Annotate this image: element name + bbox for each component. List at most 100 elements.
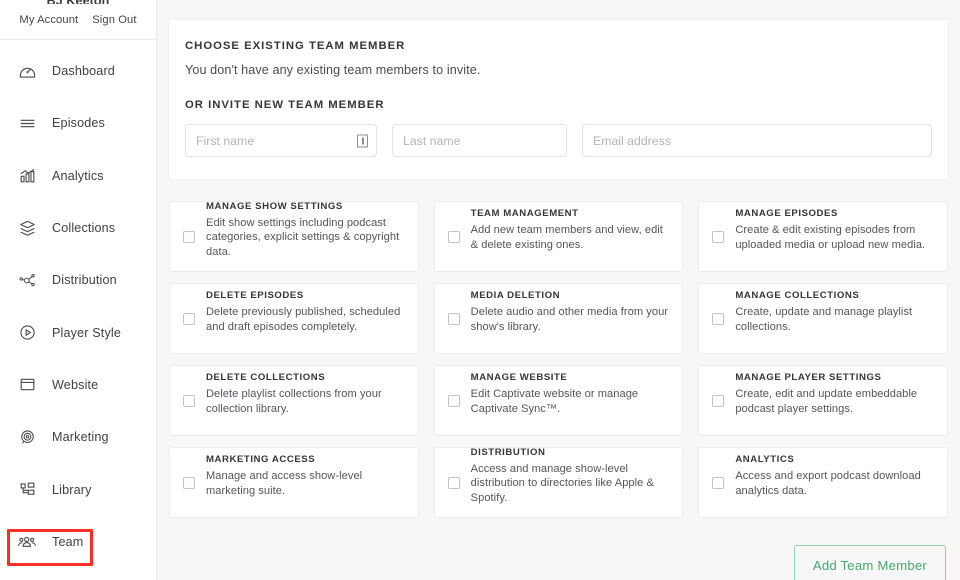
permission-checkbox[interactable]: [712, 395, 724, 407]
permission-text: MEDIA DELETIONDelete audio and other med…: [471, 303, 671, 334]
my-account-link[interactable]: My Account: [19, 14, 78, 26]
permission-text: MARKETING ACCESSManage and access show-l…: [206, 467, 406, 498]
sidebar-item-website[interactable]: Website: [0, 359, 156, 411]
account-name: BJ Keeton: [0, 0, 156, 4]
permission-text: MANAGE COLLECTIONSCreate, update and man…: [735, 303, 935, 334]
permission-text: ANALYTICSAccess and export podcast downl…: [735, 467, 935, 498]
megaphone-icon: [14, 424, 40, 450]
permission-title: TEAM MANAGEMENT: [471, 208, 671, 220]
sidebar: BJ Keeton My Account Sign Out Dashboard: [0, 0, 157, 580]
sidebar-item-label: Dashboard: [52, 64, 115, 78]
permission-description: Edit show settings including podcast cat…: [206, 216, 406, 260]
permission-checkbox[interactable]: [448, 313, 460, 325]
permission-title: MANAGE SHOW SETTINGS: [206, 201, 406, 213]
permission-checkbox[interactable]: [448, 231, 460, 243]
permission-checkbox[interactable]: [183, 395, 195, 407]
permission-title: MEDIA DELETION: [471, 290, 671, 302]
permission-description: Manage and access show-level marketing s…: [206, 469, 406, 498]
browser-window-icon: [14, 372, 40, 398]
permission-text: MANAGE EPISODESCreate & edit existing ep…: [735, 221, 935, 252]
permission-title: MANAGE COLLECTIONS: [735, 290, 935, 302]
permission-card[interactable]: DISTRIBUTION Access and manage show-level…: [434, 447, 684, 518]
email-field[interactable]: [582, 124, 932, 157]
sidebar-item-episodes[interactable]: Episodes: [0, 97, 156, 149]
permission-card[interactable]: MARKETING ACCESS Manage and access show-l…: [169, 447, 419, 518]
permission-card[interactable]: DELETE COLLECTIONS Delete playlist collec…: [169, 365, 419, 436]
permission-card[interactable]: TEAM MANAGEMENTAdd new team members and …: [434, 201, 684, 272]
permission-checkbox[interactable]: [448, 477, 460, 489]
sidebar-item-label: Marketing: [52, 430, 109, 444]
permission-description: Access and export podcast download analy…: [735, 469, 935, 498]
folder-tree-icon: [14, 477, 40, 503]
permission-checkbox[interactable]: [183, 477, 195, 489]
sidebar-item-library[interactable]: Library: [0, 463, 156, 515]
permission-checkbox[interactable]: [183, 231, 195, 243]
sidebar-item-label: Episodes: [52, 116, 105, 130]
sidebar-item-analytics[interactable]: Analytics: [0, 150, 156, 202]
last-name-field[interactable]: [392, 124, 567, 157]
sidebar-item-label: Website: [52, 378, 98, 392]
permission-title: DELETE EPISODES: [206, 290, 406, 302]
dashboard-gauge-icon: [14, 58, 40, 84]
sign-out-link[interactable]: Sign Out: [92, 14, 136, 26]
permission-text: DISTRIBUTIONAccess and manage show-level…: [471, 460, 671, 506]
sidebar-item-label: Collections: [52, 221, 115, 235]
permission-description: Access and manage show-level distributio…: [471, 462, 671, 506]
permission-text: MANAGE SHOW SETTINGSEdit show settings i…: [206, 214, 406, 260]
invite-fields-row: [185, 124, 932, 157]
sidebar-item-collections[interactable]: Collections: [0, 202, 156, 254]
add-team-member-button[interactable]: Add Team Member: [794, 545, 946, 580]
permission-description: Create, edit and update embeddable podca…: [735, 387, 935, 416]
permission-card[interactable]: MANAGE PLAYER SETTINGSCreate, edit and u…: [698, 365, 948, 436]
id-badge-icon: [357, 134, 368, 147]
sidebar-item-dashboard[interactable]: Dashboard: [0, 45, 156, 97]
permission-title: DISTRIBUTION: [471, 447, 671, 459]
permission-description: Delete audio and other media from your s…: [471, 305, 671, 334]
permission-description: Create & edit existing episodes from upl…: [735, 223, 935, 252]
permission-description: Create, update and manage playlist colle…: [735, 305, 935, 334]
sidebar-item-label: Analytics: [52, 169, 104, 183]
first-name-field[interactable]: [185, 124, 377, 157]
people-group-icon: [14, 529, 40, 555]
stacked-discs-icon: [14, 215, 40, 241]
permission-card[interactable]: ANALYTICS Access and export podcast downl…: [698, 447, 948, 518]
permission-card[interactable]: MANAGE COLLECTIONS Create, update and man…: [698, 283, 948, 354]
sidebar-item-label: Team: [52, 535, 83, 549]
account-block: BJ Keeton My Account Sign Out: [0, 0, 156, 40]
first-name-input[interactable]: [196, 134, 366, 148]
permission-title: DELETE COLLECTIONS: [206, 372, 406, 384]
permission-checkbox[interactable]: [712, 231, 724, 243]
bar-chart-icon: [14, 163, 40, 189]
email-input[interactable]: [593, 134, 921, 148]
sidebar-item-label: Player Style: [52, 326, 121, 340]
permission-card[interactable]: DELETE EPISODES Delete previously publish…: [169, 283, 419, 354]
permission-card[interactable]: MANAGE WEBSITE Edit Captivate website or …: [434, 365, 684, 436]
permission-card[interactable]: MEDIA DELETION Delete audio and other med…: [434, 283, 684, 354]
sidebar-nav: Dashboard Episodes Analytics: [0, 40, 156, 568]
sidebar-item-label: Library: [52, 483, 92, 497]
permission-title: MARKETING ACCESS: [206, 454, 406, 466]
permission-title: ANALYTICS: [735, 454, 935, 466]
permission-title: MANAGE WEBSITE: [471, 372, 671, 384]
permission-description: Delete previously published, scheduled a…: [206, 305, 406, 334]
sidebar-item-marketing[interactable]: Marketing: [0, 411, 156, 463]
permission-checkbox[interactable]: [712, 477, 724, 489]
network-nodes-icon: [14, 267, 40, 293]
permission-title: MANAGE EPISODES: [735, 208, 935, 220]
permission-card[interactable]: MANAGE SHOW SETTINGS Edit show settings i…: [169, 201, 419, 272]
permission-description: Delete playlist collections from your co…: [206, 387, 406, 416]
invite-new-heading: OR INVITE NEW TEAM MEMBER: [185, 99, 932, 111]
sidebar-item-distribution[interactable]: Distribution: [0, 254, 156, 306]
permissions-grid: MANAGE SHOW SETTINGS Edit show settings i…: [169, 201, 948, 518]
permission-card[interactable]: MANAGE EPISODES Create & edit existing ep…: [698, 201, 948, 272]
sidebar-item-team[interactable]: Team: [0, 516, 156, 568]
permission-text: MANAGE PLAYER SETTINGSCreate, edit and u…: [735, 385, 935, 416]
permission-checkbox[interactable]: [183, 313, 195, 325]
sidebar-item-label: Distribution: [52, 273, 117, 287]
permission-checkbox[interactable]: [712, 313, 724, 325]
last-name-input[interactable]: [403, 134, 556, 148]
permission-checkbox[interactable]: [448, 395, 460, 407]
permission-description: Edit Captivate website or manage Captiva…: [471, 387, 671, 416]
sidebar-item-player-style[interactable]: Player Style: [0, 306, 156, 358]
existing-empty-text: You don't have any existing team members…: [185, 63, 932, 77]
